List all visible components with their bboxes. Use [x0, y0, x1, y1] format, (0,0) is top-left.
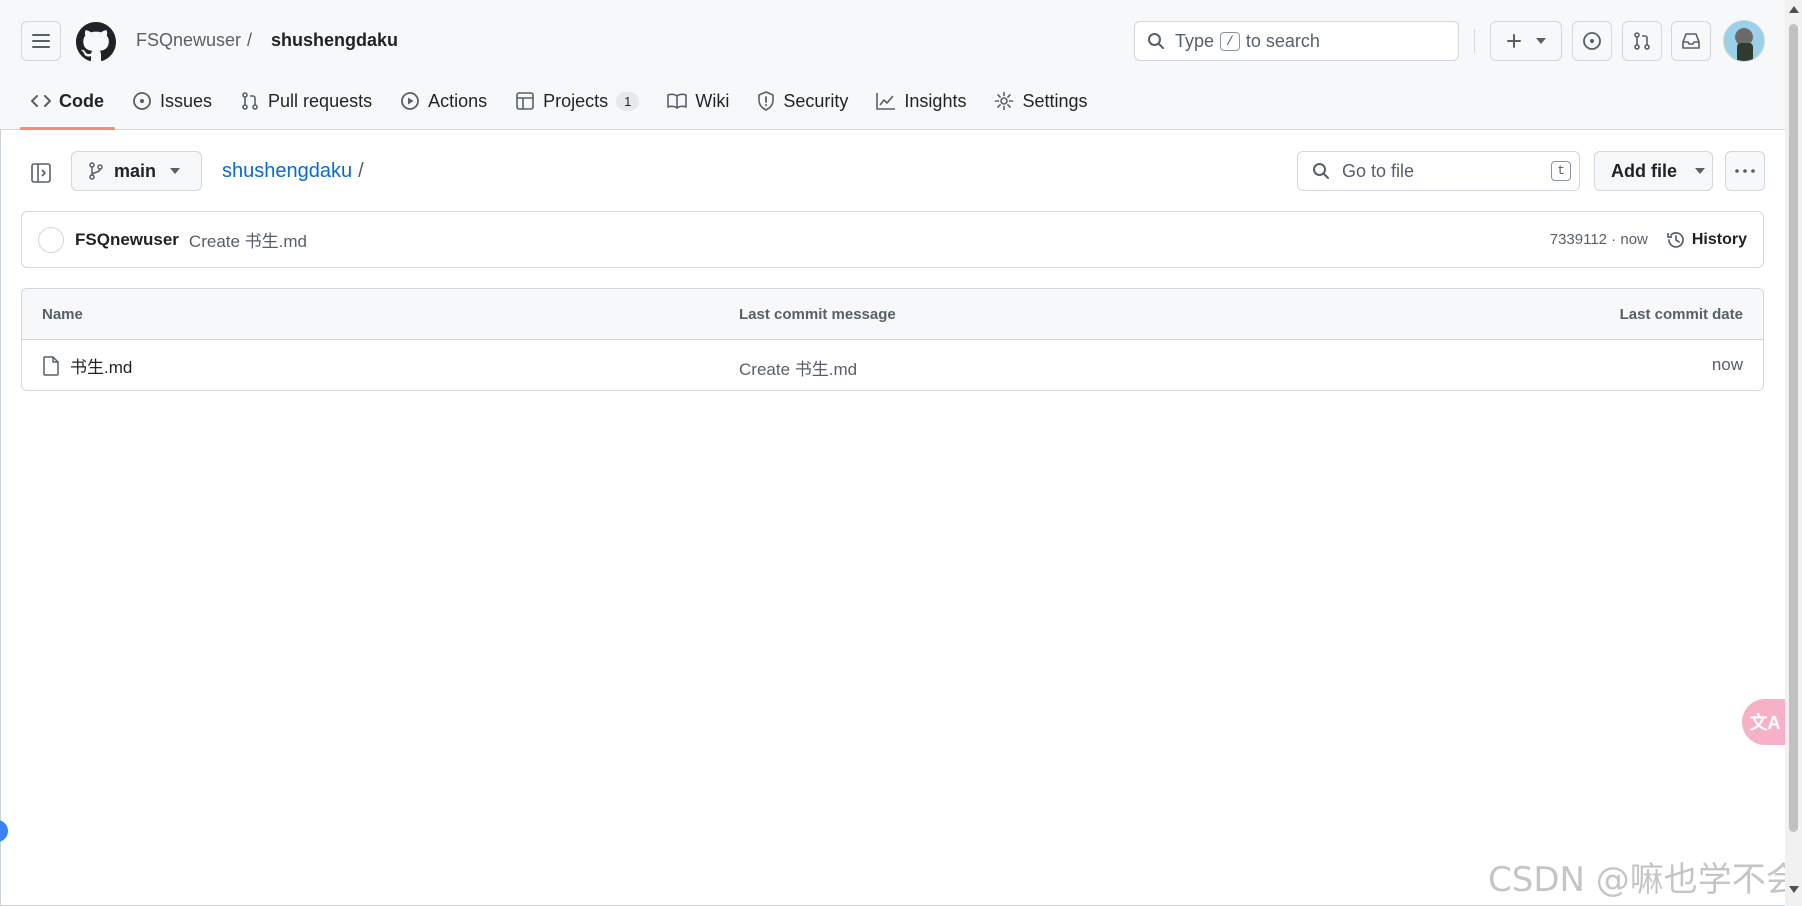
- search-suffix: to search: [1245, 30, 1320, 51]
- search-prefix: Type: [1175, 30, 1215, 51]
- tab-security[interactable]: Security: [746, 86, 859, 116]
- add-file-label: Add file: [1611, 160, 1677, 181]
- search-input[interactable]: Type / to search: [1134, 21, 1459, 61]
- table-header: Name Last commit message Last commit dat…: [22, 289, 1763, 340]
- inbox-icon: [1681, 32, 1701, 50]
- column-header-commit-date: Last commit date: [1619, 306, 1743, 323]
- file-name-link[interactable]: 书生.md: [70, 353, 132, 378]
- latest-commit-bar: FSQnewuser Create 书生.md 7339112 · now Hi…: [21, 211, 1764, 268]
- tab-actions[interactable]: Actions: [389, 86, 498, 116]
- tab-code[interactable]: Code: [20, 86, 115, 130]
- commit-hash-time[interactable]: 7339112 · now: [1550, 231, 1648, 248]
- tab-wiki[interactable]: Wiki: [656, 86, 740, 116]
- user-avatar[interactable]: [1723, 20, 1765, 62]
- hamburger-icon: [32, 34, 50, 48]
- commit-message-link[interactable]: Create 书生.md: [189, 227, 307, 252]
- tab-label: Issues: [160, 90, 213, 111]
- tab-label: Settings: [1022, 90, 1088, 111]
- translate-float-button[interactable]: 文A: [1742, 699, 1788, 745]
- history-label: History: [1691, 230, 1747, 248]
- repo-root-link[interactable]: shushengdaku: [222, 160, 352, 182]
- graph-icon: [876, 92, 896, 110]
- play-icon: [400, 91, 420, 111]
- issues-button[interactable]: [1572, 21, 1612, 61]
- file-commit-message[interactable]: Create 书生.md: [739, 355, 857, 380]
- table-row[interactable]: 书生.md Create 书生.md now: [22, 340, 1763, 390]
- column-header-name: Name: [42, 306, 83, 323]
- search-icon: [1312, 162, 1330, 180]
- issue-icon: [132, 91, 152, 111]
- tab-label: Projects: [543, 90, 609, 111]
- path-separator: /: [358, 160, 364, 182]
- commit-author-link[interactable]: FSQnewuser: [75, 230, 179, 250]
- history-link[interactable]: History: [1666, 230, 1747, 250]
- projects-count-badge: 1: [616, 91, 640, 111]
- tab-label: Security: [783, 90, 849, 111]
- scroll-down-arrow-icon[interactable]: [1789, 886, 1799, 893]
- tab-settings[interactable]: Settings: [983, 86, 1098, 116]
- repo-header: FSQnewuser / shushengdaku Type / to sear…: [0, 0, 1785, 130]
- github-logo-icon[interactable]: [76, 22, 116, 62]
- tab-insights[interactable]: Insights: [865, 86, 977, 116]
- sidebar-expand-icon: [31, 163, 51, 183]
- vertical-scrollbar[interactable]: [1785, 0, 1802, 906]
- plus-icon: [1506, 33, 1522, 49]
- shield-icon: [757, 91, 775, 111]
- go-to-file-input[interactable]: Go to file t: [1297, 151, 1580, 191]
- tab-pull-requests[interactable]: Pull requests: [229, 86, 383, 116]
- commit-author-avatar[interactable]: [38, 226, 64, 253]
- file-icon: [42, 355, 60, 376]
- go-to-file-placeholder: Go to file: [1342, 160, 1415, 181]
- owner-link[interactable]: FSQnewuser: [136, 30, 241, 51]
- pull-request-icon: [1632, 31, 1652, 51]
- sidebar-toggle-button[interactable]: [28, 160, 54, 186]
- tab-label: Pull requests: [268, 90, 373, 111]
- book-icon: [667, 92, 688, 110]
- go-to-file-shortcut-key: t: [1551, 161, 1571, 181]
- repo-link[interactable]: shushengdaku: [271, 30, 398, 51]
- chevron-down-icon: [1536, 38, 1546, 44]
- menu-button[interactable]: [21, 21, 61, 61]
- commit-meta: 7339112 · now History: [1550, 230, 1747, 250]
- file-name-cell[interactable]: 书生.md: [42, 353, 132, 378]
- scrollbar-thumb[interactable]: [1789, 24, 1798, 832]
- browser-frame: [0, 0, 1802, 906]
- chevron-down-icon: [1695, 168, 1705, 174]
- scroll-up-arrow-icon[interactable]: [1789, 6, 1799, 13]
- column-header-commit-message: Last commit message: [739, 306, 896, 323]
- branch-selector[interactable]: main: [71, 151, 202, 191]
- pull-requests-button[interactable]: [1622, 21, 1662, 61]
- tab-label: Actions: [428, 90, 488, 111]
- add-file-button[interactable]: Add file: [1594, 151, 1713, 191]
- issue-icon: [1582, 31, 1602, 51]
- search-shortcut-key: /: [1220, 31, 1240, 51]
- file-table: Name Last commit message Last commit dat…: [21, 288, 1764, 391]
- tab-label: Wiki: [695, 90, 730, 111]
- kebab-horizontal-icon: [1735, 169, 1755, 173]
- create-new-button[interactable]: [1490, 21, 1562, 61]
- breadcrumb-separator: /: [247, 30, 253, 50]
- search-icon: [1147, 32, 1165, 50]
- branch-name: main: [114, 160, 157, 181]
- tab-label: Insights: [904, 90, 967, 111]
- inbox-button[interactable]: [1671, 21, 1711, 61]
- repo-nav-tabs: Code Issues Pull requests Actions Projec…: [20, 86, 1105, 130]
- tab-issues[interactable]: Issues: [121, 86, 223, 116]
- tab-projects[interactable]: Projects 1: [504, 86, 650, 116]
- table-icon: [515, 91, 535, 111]
- gear-icon: [994, 91, 1014, 111]
- branch-icon: [88, 162, 104, 180]
- pull-request-icon: [240, 91, 260, 111]
- file-commit-date: now: [1711, 355, 1743, 374]
- header-divider: [1474, 29, 1475, 53]
- chevron-down-icon: [170, 168, 181, 174]
- history-icon: [1666, 230, 1686, 250]
- tab-label: Code: [59, 90, 104, 111]
- code-icon: [31, 93, 51, 109]
- more-options-button[interactable]: [1725, 151, 1765, 191]
- file-path-breadcrumb: shushengdaku /: [222, 160, 364, 183]
- watermark-text: CSDN @嘛也学不会: [1488, 860, 1800, 900]
